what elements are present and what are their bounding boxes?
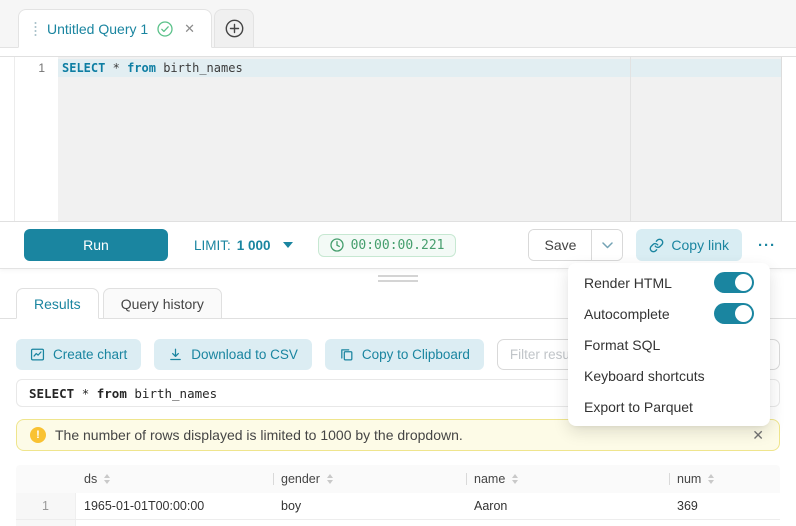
menu-item-render-html[interactable]: Render HTML — [568, 267, 770, 298]
autocomplete-toggle[interactable] — [714, 303, 754, 324]
save-dropdown-button[interactable] — [591, 230, 622, 260]
more-options-menu: Render HTML Autocomplete Format SQL Keyb… — [568, 263, 770, 426]
column-resize-handle[interactable] — [466, 473, 467, 485]
sort-icon[interactable] — [512, 474, 518, 484]
column-header-name[interactable]: name — [466, 465, 669, 493]
column-resize-handle[interactable] — [669, 473, 670, 485]
timer-value: 00:00:00.221 — [351, 238, 445, 253]
menu-item-label: Export to Parquet — [584, 399, 693, 415]
more-options-button[interactable]: ··· — [752, 233, 782, 258]
column-header-ds[interactable]: ds — [76, 465, 273, 493]
query-tab-active[interactable]: Untitled Query 1 ✕ — [18, 9, 212, 48]
menu-item-export-parquet[interactable]: Export to Parquet — [568, 391, 770, 422]
copy-link-button[interactable]: Copy link — [636, 229, 742, 261]
row-number-cell: 1 — [16, 493, 76, 519]
query-tabbar: Untitled Query 1 ✕ — [0, 0, 796, 48]
menu-item-label: Format SQL — [584, 337, 660, 353]
copy-icon — [339, 347, 354, 362]
warning-icon: ! — [30, 427, 46, 443]
column-header-num[interactable]: num — [669, 465, 780, 493]
limit-label: LIMIT: — [194, 238, 231, 253]
sql-table-name: birth_names — [134, 386, 217, 401]
column-label: name — [474, 472, 505, 486]
copy-clipboard-label: Copy to Clipboard — [362, 347, 470, 362]
copy-link-label: Copy link — [671, 237, 729, 253]
close-alert-icon[interactable]: ✕ — [750, 426, 766, 444]
sql-keyword: from — [127, 61, 156, 75]
editor-gutter: 1 — [15, 57, 58, 221]
row-number-header — [16, 465, 76, 493]
query-tab-title: Untitled Query 1 — [47, 21, 148, 37]
column-resize-handle[interactable] — [273, 473, 274, 485]
pane-drag-handle[interactable] — [378, 275, 418, 282]
close-tab-icon[interactable]: ✕ — [182, 20, 197, 37]
cell-ds: 1965-01-01T00:00:00 — [76, 493, 273, 519]
sort-icon[interactable] — [327, 474, 333, 484]
download-csv-label: Download to CSV — [191, 347, 298, 362]
save-split-button: Save — [528, 229, 623, 261]
query-timer-badge: 00:00:00.221 — [318, 234, 457, 257]
render-html-toggle[interactable] — [714, 272, 754, 293]
clock-icon — [330, 238, 344, 252]
menu-item-format-sql[interactable]: Format SQL — [568, 329, 770, 360]
editor-code-area[interactable]: SELECT * from birth_names — [58, 57, 781, 221]
copy-clipboard-button[interactable]: Copy to Clipboard — [325, 339, 484, 370]
sql-table-name: birth_names — [163, 61, 242, 75]
caret-down-icon — [283, 242, 293, 248]
chevron-down-icon — [602, 242, 613, 249]
sql-editor-section: 1 SELECT * from birth_names — [0, 56, 796, 222]
run-toolbar: Run LIMIT: 1 000 00:00:00.221 Save — [0, 222, 796, 269]
menu-item-label: Keyboard shortcuts — [584, 368, 705, 384]
create-chart-label: Create chart — [53, 347, 127, 362]
menu-item-autocomplete[interactable]: Autocomplete — [568, 298, 770, 329]
menu-item-keyboard-shortcuts[interactable]: Keyboard shortcuts — [568, 360, 770, 391]
table-row[interactable]: 1 1965-01-01T00:00:00 boy Aaron 369 — [16, 493, 780, 520]
cell-num: 369 — [669, 493, 780, 519]
editor-active-line[interactable]: SELECT * from birth_names — [58, 59, 781, 77]
download-csv-button[interactable]: Download to CSV — [154, 339, 312, 370]
results-table: ds gender name num 1 1965-01-01T00:00:00… — [16, 465, 780, 526]
line-number: 1 — [15, 59, 45, 77]
cell-gender: boy — [273, 493, 466, 519]
link-icon — [649, 238, 664, 253]
sql-star: * — [113, 61, 120, 75]
sql-keyword: SELECT — [29, 386, 74, 401]
limit-value: 1 000 — [237, 238, 271, 253]
menu-item-label: Render HTML — [584, 275, 672, 291]
drag-handle-icon[interactable] — [33, 21, 38, 37]
create-chart-button[interactable]: Create chart — [16, 339, 141, 370]
save-button[interactable]: Save — [529, 230, 591, 260]
sql-star: * — [82, 386, 90, 401]
chart-icon — [30, 347, 45, 362]
sql-keyword: from — [97, 386, 127, 401]
sql-editor[interactable]: 1 SELECT * from birth_names — [14, 57, 782, 221]
cell-name: Aaron — [466, 493, 669, 519]
plus-circle-icon — [225, 19, 244, 38]
limit-dropdown[interactable]: LIMIT: 1 000 — [194, 238, 293, 253]
new-query-tab-button[interactable] — [214, 9, 254, 47]
alert-message: The number of rows displayed is limited … — [55, 427, 463, 443]
column-label: num — [677, 472, 701, 486]
saved-check-icon — [157, 21, 173, 37]
sql-keyword: SELECT — [62, 61, 105, 75]
run-button[interactable]: Run — [24, 229, 168, 261]
menu-item-label: Autocomplete — [584, 306, 670, 322]
column-label: ds — [84, 472, 97, 486]
column-header-gender[interactable]: gender — [273, 465, 466, 493]
print-margin-line — [630, 57, 631, 221]
table-row-partial — [16, 520, 780, 526]
download-icon — [168, 347, 183, 362]
sort-icon[interactable] — [104, 474, 110, 484]
column-label: gender — [281, 472, 320, 486]
table-header-row: ds gender name num — [16, 465, 780, 493]
sort-icon[interactable] — [708, 474, 714, 484]
tab-query-history[interactable]: Query history — [103, 288, 222, 319]
tab-results[interactable]: Results — [16, 288, 99, 319]
